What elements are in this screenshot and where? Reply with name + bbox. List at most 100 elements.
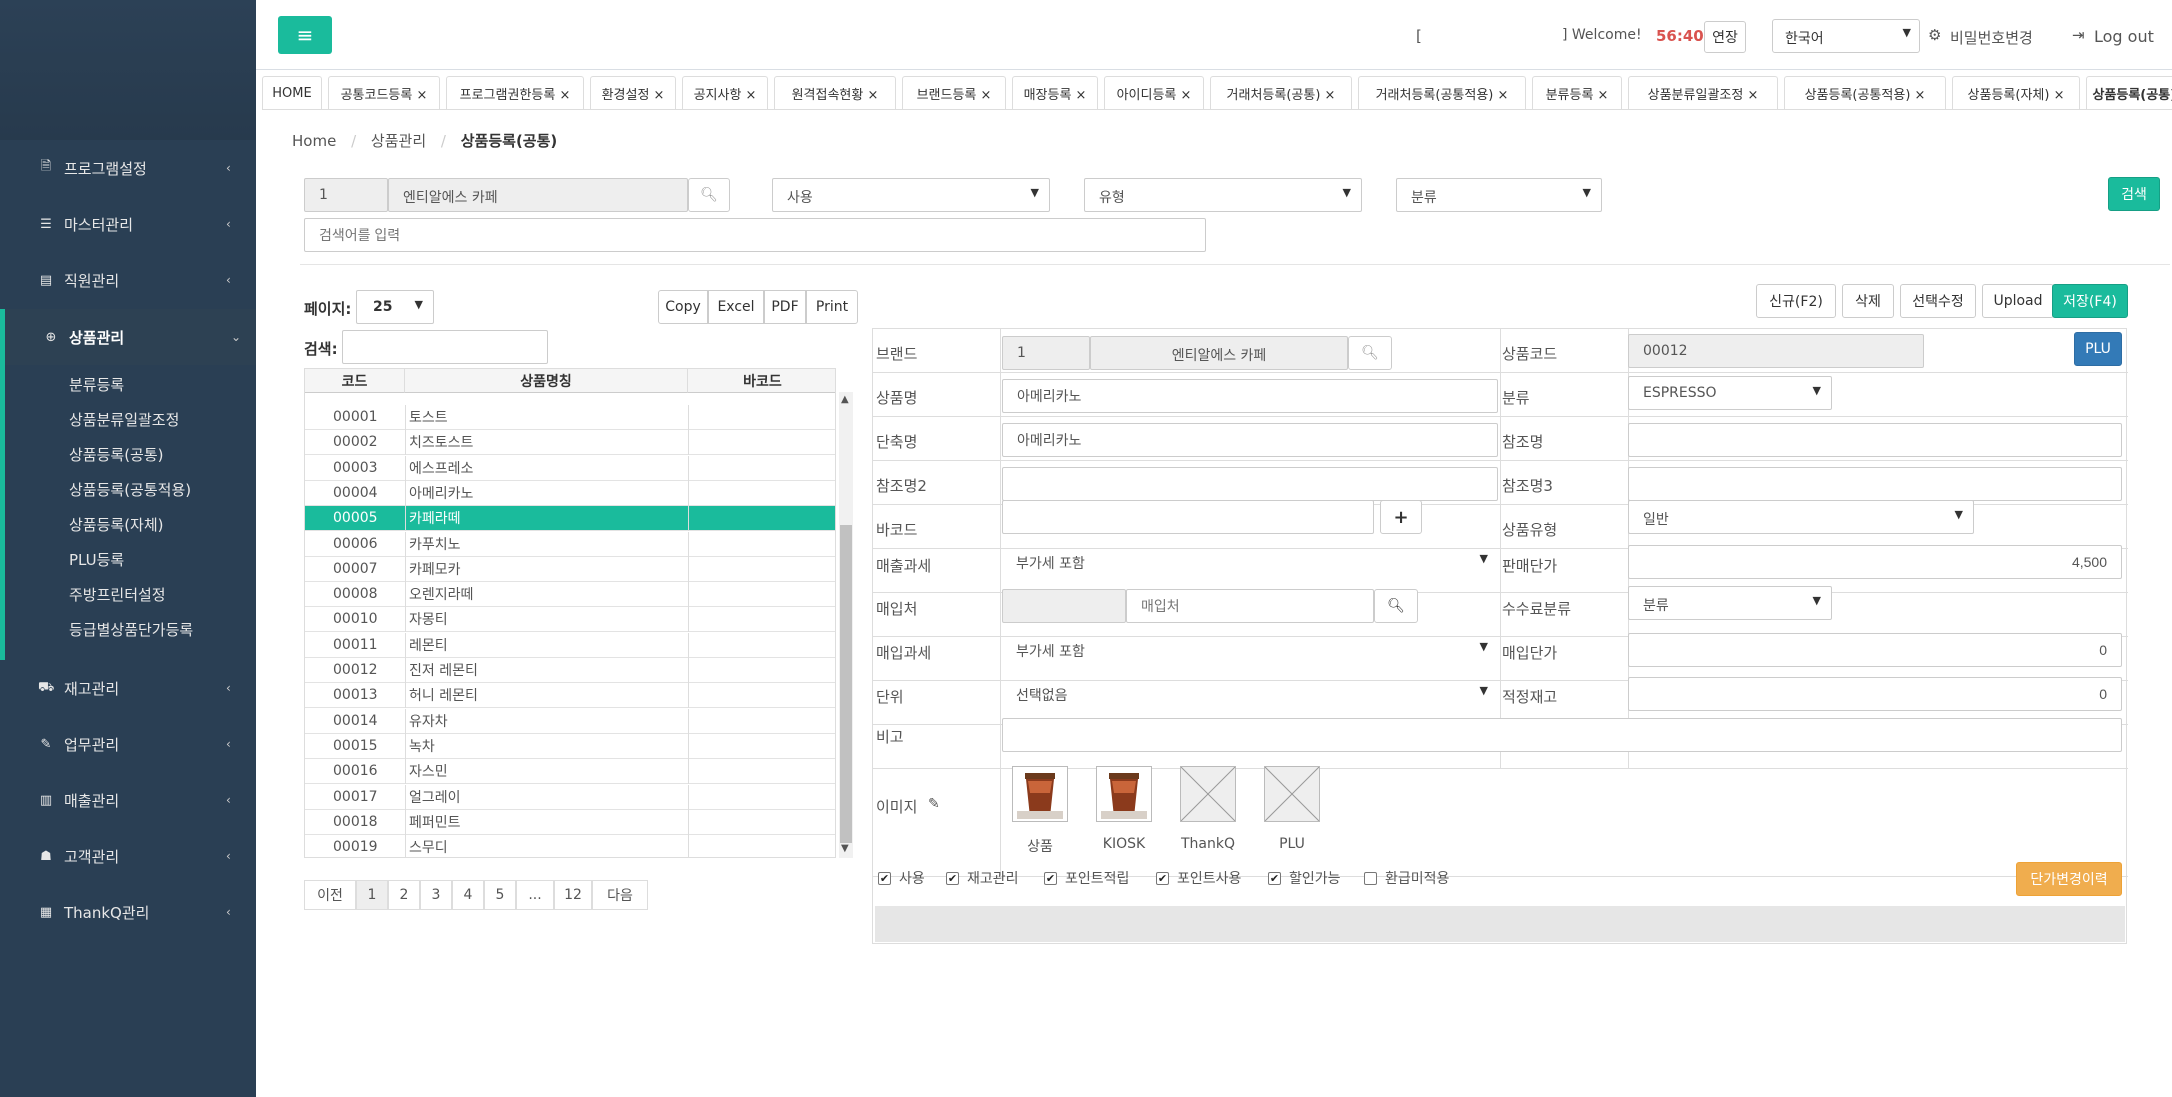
table-row[interactable]: 00002 치즈토스트: [305, 430, 835, 456]
submenu-item[interactable]: 상품등록(공통적용): [69, 479, 191, 500]
table-row[interactable]: 00001 토스트: [305, 405, 835, 430]
submenu-item[interactable]: 상품등록(공통): [69, 444, 164, 465]
logout-link[interactable]: Log out: [2094, 27, 2154, 46]
pagination-page[interactable]: 5: [484, 880, 516, 910]
tab[interactable]: 프로그램권한등록 ×: [446, 76, 584, 109]
short-name-input[interactable]: [1002, 423, 1498, 457]
keyword-input[interactable]: [304, 218, 1206, 252]
column-header-barcode[interactable]: 바코드: [688, 369, 835, 393]
tab[interactable]: 상품등록(자체) ×: [1952, 76, 2080, 109]
table-row[interactable]: 00005 카페라떼: [305, 506, 835, 532]
language-select[interactable]: 한국어 ▼: [1772, 19, 1920, 53]
breadcrumb-section[interactable]: 상품관리: [371, 132, 426, 150]
ref-name2-input[interactable]: [1002, 467, 1498, 501]
tab-home[interactable]: HOME: [262, 76, 322, 109]
tab[interactable]: 상품분류일괄조정 ×: [1628, 76, 1778, 109]
column-header-name[interactable]: 상품명칭: [405, 369, 688, 393]
scroll-up-icon[interactable]: ▲: [841, 394, 849, 405]
use-select[interactable]: 사용 ▼: [772, 178, 1050, 212]
tab[interactable]: 아이디등록 ×: [1104, 76, 1204, 109]
option-checkbox[interactable]: ✔ 포인트사용: [1156, 868, 1241, 888]
table-row[interactable]: 00003 에스프레소: [305, 455, 835, 481]
table-row[interactable]: 00008 오렌지라떼: [305, 582, 835, 608]
page-size-select[interactable]: 25 ▼: [356, 290, 434, 324]
scroll-down-icon[interactable]: ▼: [841, 843, 849, 854]
change-password-link[interactable]: 비밀번호변경: [1950, 27, 2033, 48]
table-row[interactable]: 00016 자스민: [305, 759, 835, 785]
plu-button[interactable]: PLU: [2074, 332, 2122, 366]
tab[interactable]: 상품등록(공통적용) ×: [1784, 76, 1946, 109]
pdf-button[interactable]: PDF: [764, 290, 806, 324]
tab-active[interactable]: 상품등록(공통) ×: [2086, 76, 2172, 109]
menu-product[interactable]: ⊕ 상품관리 ⌄: [0, 309, 256, 365]
ref-name3-input[interactable]: [1628, 467, 2122, 501]
new-button[interactable]: 신규(F2): [1756, 284, 1836, 318]
breadcrumb-home[interactable]: Home: [292, 132, 336, 150]
delete-button[interactable]: 삭제: [1842, 284, 1894, 318]
tab[interactable]: 공통코드등록 ×: [328, 76, 440, 109]
empty-image-placeholder[interactable]: [1264, 766, 1320, 822]
menu-inventory[interactable]: ⛟ 재고관리 ‹: [0, 660, 256, 716]
checkbox-checked-icon[interactable]: ✔: [1268, 871, 1281, 885]
submenu-item[interactable]: 주방프린터설정: [69, 584, 166, 605]
menu-thankq[interactable]: ▦ ThankQ관리 ‹: [0, 884, 256, 940]
category-select[interactable]: ESPRESSO ▼: [1628, 376, 1832, 410]
product-image-thumbnail[interactable]: [1096, 766, 1152, 822]
list-scroll-thumb[interactable]: [840, 525, 852, 843]
tab[interactable]: 원격접속현황 ×: [774, 76, 896, 109]
ref-name-input[interactable]: [1628, 423, 2122, 457]
sales-tax-select[interactable]: 부가세 포함 ▼: [1002, 545, 1498, 579]
pagination-page[interactable]: 3: [420, 880, 452, 910]
table-row[interactable]: 00019 스무디: [305, 835, 835, 857]
table-row[interactable]: 00014 유자차: [305, 708, 835, 734]
list-filter-input[interactable]: [342, 330, 548, 364]
product-name-input[interactable]: [1002, 379, 1498, 413]
table-row[interactable]: 00004 아메리카노: [305, 480, 835, 506]
tab[interactable]: 분류등록 ×: [1532, 76, 1622, 109]
option-checkbox[interactable]: ✔ 할인가능: [1268, 868, 1341, 888]
pagination-page[interactable]: 4: [452, 880, 484, 910]
option-checkbox[interactable]: 환급미적용: [1364, 868, 1449, 888]
barcode-input[interactable]: [1002, 500, 1374, 534]
copy-button[interactable]: Copy: [658, 290, 708, 324]
tab[interactable]: 거래처등록(공통) ×: [1210, 76, 1352, 109]
menu-staff[interactable]: ▤ 직원관리 ‹: [0, 252, 256, 308]
menu-sales[interactable]: ▥ 매출관리 ‹: [0, 772, 256, 828]
type-select[interactable]: 유형 ▼: [1084, 178, 1362, 212]
empty-image-placeholder[interactable]: [1180, 766, 1236, 822]
checkbox-checked-icon[interactable]: ✔: [878, 871, 891, 885]
brand-search-icon[interactable]: 🔍︎: [1348, 336, 1392, 370]
product-type-select[interactable]: 일반 ▼: [1628, 500, 1974, 534]
edit-pencil-icon[interactable]: ✎: [928, 796, 940, 812]
pagination-page[interactable]: 2: [388, 880, 420, 910]
pagination-next[interactable]: 다음: [592, 880, 648, 910]
extend-session-button[interactable]: 연장: [1704, 21, 1746, 53]
pagination-prev[interactable]: 이전: [304, 880, 356, 910]
tab[interactable]: 거래처등록(공통적용) ×: [1358, 76, 1526, 109]
table-row[interactable]: 00011 레몬티: [305, 632, 835, 658]
table-row[interactable]: 00013 허니 레몬티: [305, 683, 835, 709]
price-history-button[interactable]: 단가변경이력: [2016, 862, 2122, 896]
excel-button[interactable]: Excel: [708, 290, 764, 324]
tab[interactable]: 매장등록 ×: [1012, 76, 1098, 109]
upload-button[interactable]: Upload: [1982, 284, 2054, 318]
search-icon[interactable]: 🔍︎: [688, 178, 730, 212]
table-row[interactable]: 00006 카푸치노: [305, 531, 835, 557]
purchase-tax-select[interactable]: 부가세 포함 ▼: [1002, 633, 1498, 667]
submenu-item[interactable]: 분류등록: [69, 374, 124, 395]
tab[interactable]: 공지사항 ×: [682, 76, 768, 109]
checkbox-empty-icon[interactable]: [1364, 871, 1377, 885]
checkbox-checked-icon[interactable]: ✔: [946, 871, 959, 885]
edit-selected-button[interactable]: 선택수정: [1900, 284, 1976, 318]
tab[interactable]: 환경설정 ×: [590, 76, 676, 109]
tab[interactable]: 브랜드등록 ×: [902, 76, 1006, 109]
menu-customer[interactable]: ☗ 고객관리 ‹: [0, 828, 256, 884]
submenu-item[interactable]: 상품등록(자체): [69, 514, 164, 535]
search-button[interactable]: 검색: [2108, 177, 2160, 211]
submenu-item[interactable]: 등급별상품단가등록: [69, 619, 193, 640]
checkbox-checked-icon[interactable]: ✔: [1156, 871, 1169, 885]
menu-program-settings[interactable]: 🗎 프로그램설정 ‹: [0, 140, 256, 196]
table-row[interactable]: 00007 카페모카: [305, 556, 835, 582]
note-input[interactable]: [1002, 718, 2122, 752]
table-row[interactable]: 00015 녹차: [305, 733, 835, 759]
